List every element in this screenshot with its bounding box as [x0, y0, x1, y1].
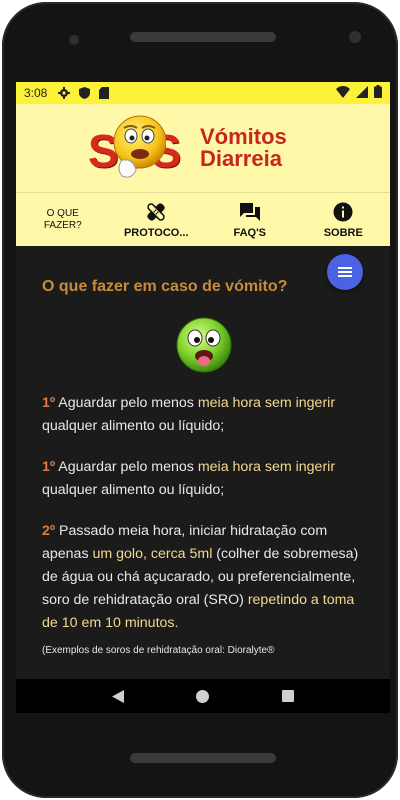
step-number: 2º: [42, 523, 56, 539]
settings-icon: [57, 86, 71, 100]
tab-bar: O QUE FAZER? PROTOCO... FAQ'S SOBRE: [16, 192, 390, 246]
sd-card-icon: [97, 86, 111, 100]
step-paragraph: 2º Passado meia hora, iniciar hidratação…: [42, 520, 366, 635]
bottom-speaker: [130, 753, 276, 763]
tab-what-to-do[interactable]: O QUE FAZER?: [16, 193, 110, 246]
bandage-icon: [145, 201, 167, 223]
step-highlight: um golo, cerca 5ml: [92, 546, 213, 562]
menu-fab-button[interactable]: [327, 254, 363, 290]
nav-back-button[interactable]: [103, 681, 133, 711]
tab-protocols[interactable]: PROTOCO...: [110, 193, 204, 246]
step-paragraph: 1º Aguardar pelo menos meia hora sem ing…: [42, 392, 366, 438]
back-triangle-icon: [112, 689, 125, 703]
tab-label: O QUE FAZER?: [43, 207, 82, 231]
info-icon: [333, 201, 353, 223]
logo-title-line2: Diarreia: [200, 146, 282, 171]
signal-icon: [356, 85, 368, 101]
sick-face-icon: [113, 115, 166, 178]
earpiece-speaker: [130, 32, 276, 42]
tab-label: FAQ'S: [233, 226, 267, 239]
status-time: 3:08: [24, 86, 48, 100]
step-highlight: meia hora sem ingerir: [197, 395, 336, 411]
emoji-wrap: [42, 316, 366, 374]
step-text: Aguardar pelo menos: [55, 395, 198, 411]
home-circle-icon: [196, 689, 210, 703]
app-logo: SOS: [88, 108, 318, 188]
nav-home-button[interactable]: [188, 681, 218, 711]
shield-icon: [77, 86, 91, 100]
status-bar: 3:08: [16, 82, 390, 104]
logo-title: Vómitos Diarreia: [200, 126, 287, 170]
footnote-text: (Exemplos de soros de rehidratação oral:…: [42, 645, 275, 656]
phone-frame: 3:08 Vómitos Diarreia O QUE FAZER? PROTO…: [2, 2, 398, 798]
step-number: 1º: [42, 459, 56, 475]
logo-title-line1: Vómitos: [200, 124, 287, 149]
wifi-icon: [336, 85, 350, 101]
menu-icon: [338, 267, 352, 277]
step-paragraph: 1º Aguardar pelo menos meia hora sem ing…: [42, 456, 366, 502]
step-text: qualquer alimento ou líquido;: [42, 418, 225, 434]
app-banner: SOS: [16, 104, 390, 192]
nav-recents-button[interactable]: [273, 681, 303, 711]
tab-about[interactable]: SOBRE: [297, 193, 391, 246]
tab-label: PROTOCO...: [123, 226, 189, 239]
step-highlight: meia hora sem ingerir: [197, 459, 336, 475]
screen: 3:08 Vómitos Diarreia O QUE FAZER? PROTO…: [16, 82, 390, 713]
recents-square-icon: [281, 690, 294, 702]
chat-icon: [239, 201, 261, 223]
step-text: qualquer alimento ou líquido;: [42, 482, 225, 498]
proximity-sensor: [349, 31, 361, 43]
page-title: O que fazer em caso de vómito?: [42, 278, 288, 295]
tab-faqs[interactable]: FAQ'S: [203, 193, 297, 246]
step-number: 1º: [42, 395, 56, 411]
battery-icon: [374, 85, 382, 101]
system-nav-bar: [16, 679, 390, 713]
nauseous-face-icon: [176, 317, 232, 373]
front-camera: [69, 35, 79, 45]
step-text: Aguardar pelo menos: [55, 459, 198, 475]
tab-label: SOBRE: [323, 226, 363, 239]
content-area: O que fazer em caso de vómito? 1º Aguard…: [16, 246, 390, 679]
